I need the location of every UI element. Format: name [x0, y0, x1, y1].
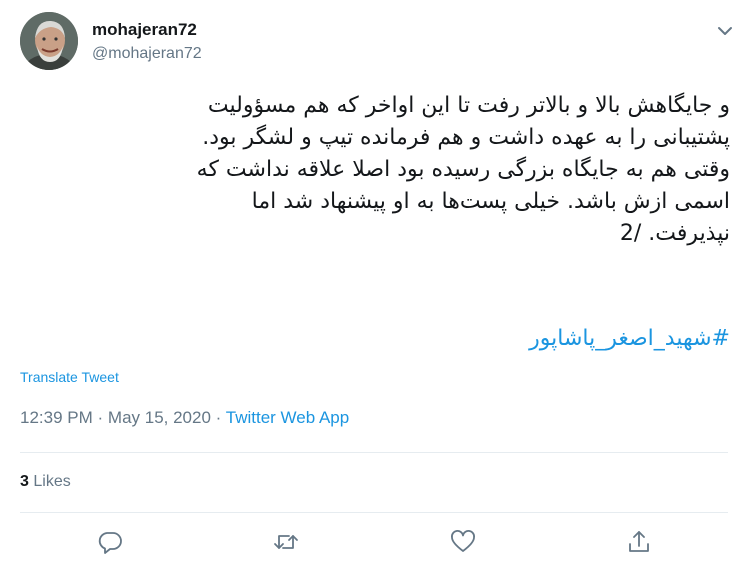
tweet-actions [0, 528, 748, 558]
tweet-date[interactable]: May 15, 2020 [108, 408, 211, 427]
divider [20, 512, 728, 513]
avatar[interactable] [20, 12, 78, 70]
chevron-down-icon[interactable] [714, 20, 736, 42]
retweet-icon[interactable] [272, 528, 300, 556]
author-name[interactable]: mohajeran72 [92, 20, 197, 40]
meta-separator: · [215, 408, 222, 427]
author-handle[interactable]: @mohajeran72 [92, 45, 202, 63]
tweet-metadata: 12:39 PM · May 15, 2020 · Twitter Web Ap… [20, 408, 349, 428]
likes-count: 3 [20, 473, 29, 490]
likes-stat[interactable]: 3 Likes [20, 473, 71, 491]
tweet-time[interactable]: 12:39 PM [20, 408, 93, 427]
heart-icon[interactable] [449, 528, 477, 556]
divider [20, 452, 728, 453]
tweet-text: و جایگاهش بالا و بالاتر رفت تا این اواخر… [196, 93, 730, 246]
reply-icon[interactable] [96, 528, 124, 556]
tweet-header: mohajeran72 @mohajeran72 [20, 12, 736, 74]
hashtag-link[interactable]: #شهید_اصغر_پاشاپور [18, 326, 730, 351]
likes-label: Likes [33, 473, 71, 490]
meta-separator: · [97, 408, 104, 427]
share-icon[interactable] [625, 528, 653, 556]
source-app-link[interactable]: Twitter Web App [226, 408, 349, 427]
translate-tweet-link[interactable]: Translate Tweet [20, 369, 119, 385]
